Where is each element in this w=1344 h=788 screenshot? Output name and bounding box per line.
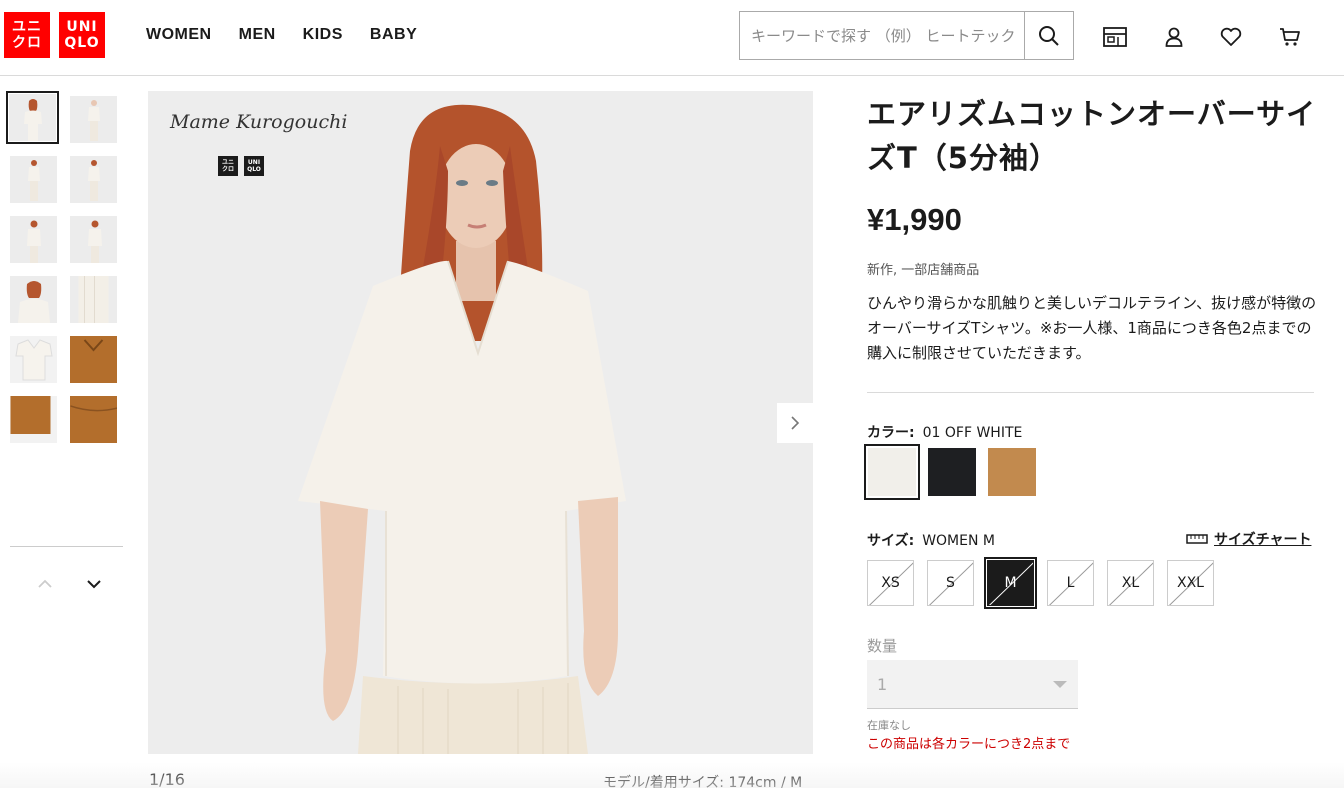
chevron-right-icon xyxy=(791,416,800,430)
product-detail-thumbnail-image xyxy=(10,396,50,434)
size-option-label: S xyxy=(946,575,955,591)
quantity-value: 1 xyxy=(877,674,888,694)
size-option-label: M xyxy=(1004,575,1017,591)
thumbnail-10[interactable] xyxy=(70,336,117,383)
model-thumbnail-image xyxy=(87,220,102,263)
model-thumbnail-image xyxy=(26,220,41,263)
section-divider xyxy=(867,392,1314,393)
uniqlo-logo-katakana[interactable]: ユニ クロ xyxy=(4,12,50,58)
nav-men[interactable]: MEN xyxy=(239,26,276,44)
model-size-info: モデル/着用サイズ: 174cm / M xyxy=(603,775,803,788)
thumbnail-9[interactable] xyxy=(10,336,57,383)
stock-status: 在庫なし xyxy=(867,719,911,732)
size-option-xs[interactable]: XS xyxy=(867,560,914,606)
uniqlo-logo-latin[interactable]: UNI QLO xyxy=(59,12,105,58)
search-input[interactable] xyxy=(740,12,1024,59)
logo-text-top: ユニ xyxy=(12,19,42,35)
purchase-limit-note: この商品は各カラーにつき2点まで xyxy=(867,737,1071,752)
color-swatch-black[interactable] xyxy=(928,448,976,496)
size-chart-link[interactable]: サイズチャート xyxy=(1186,529,1311,549)
account-icon xyxy=(1165,27,1183,47)
chevron-down-icon xyxy=(87,580,101,589)
model-photo xyxy=(298,104,626,754)
size-option-m[interactable]: M xyxy=(984,557,1037,609)
size-row: サイズ: WOMEN M xyxy=(867,530,995,550)
color-value: 01 OFF WHITE xyxy=(922,425,1023,441)
ruler-icon xyxy=(1186,534,1208,544)
size-option-label: XL xyxy=(1121,575,1140,591)
search-icon xyxy=(1039,25,1059,46)
color-row: カラー: 01 OFF WHITE xyxy=(867,422,1022,442)
thumbnail-3[interactable] xyxy=(10,156,57,203)
logo2-text-top: UNI xyxy=(66,19,98,35)
model-thumbnail-image xyxy=(17,281,50,323)
nav-baby[interactable]: BABY xyxy=(370,26,417,44)
size-option-label: XS xyxy=(881,575,900,591)
product-title: エアリズムコットンオーバーサイズT（5分袖） xyxy=(867,97,1317,175)
product-flat-thumbnail-image xyxy=(83,339,103,352)
next-image-button[interactable] xyxy=(777,403,813,443)
size-chart-label: サイズチャート xyxy=(1214,532,1312,548)
logo2-text-bottom: QLO xyxy=(64,35,100,51)
thumbnail-2[interactable] xyxy=(70,96,117,143)
model-thumbnail-image xyxy=(87,160,100,201)
size-value: WOMEN M xyxy=(922,533,995,549)
store-button[interactable] xyxy=(1102,24,1128,50)
cart-icon xyxy=(1280,28,1300,46)
thumbnail-7[interactable] xyxy=(10,276,57,323)
size-option-label: L xyxy=(1066,575,1075,591)
store-icon xyxy=(1103,27,1127,47)
thumbnail-scroll-down[interactable] xyxy=(85,575,103,593)
thumbnail-4[interactable] xyxy=(70,156,117,203)
product-flat-thumbnail-image xyxy=(14,339,53,381)
product-description: ひんやり滑らかな肌触りと美しいデコルテライン、抜け感が特徴のオーバーサイズTシャ… xyxy=(867,294,1317,362)
model-thumbnail-image xyxy=(23,99,42,141)
nav-kids[interactable]: KIDS xyxy=(303,26,343,44)
thumbnail-11[interactable] xyxy=(10,396,57,443)
image-counter: 1/16 xyxy=(149,770,185,788)
product-price: ¥1,990 xyxy=(867,202,962,237)
color-swatch-brown[interactable] xyxy=(988,448,1036,496)
main-nav: WOMEN MEN KIDS BABY xyxy=(146,26,417,44)
size-option-s[interactable]: S xyxy=(927,560,974,606)
nav-women[interactable]: WOMEN xyxy=(146,26,212,44)
main-product-image[interactable]: Mame Kurogouchi ユニ クロ UNI QLO xyxy=(148,91,813,754)
chevron-up-icon xyxy=(38,579,52,588)
thumbnail-12[interactable] xyxy=(70,396,117,443)
size-option-label: XXL xyxy=(1177,575,1204,591)
model-thumbnail-image xyxy=(27,160,40,201)
model-thumbnail-image xyxy=(87,100,100,141)
quantity-select[interactable]: 1 xyxy=(867,660,1078,709)
size-label: サイズ: xyxy=(867,533,915,549)
cart-button[interactable] xyxy=(1277,24,1303,50)
search-button[interactable] xyxy=(1024,12,1073,59)
heart-icon xyxy=(1220,27,1242,46)
product-flags: 新作, 一部店舗商品 xyxy=(867,263,980,278)
wishlist-button[interactable] xyxy=(1218,24,1244,50)
size-option-xl[interactable]: XL xyxy=(1107,560,1154,606)
quantity-label: 数量 xyxy=(867,637,898,655)
thumbnail-1[interactable] xyxy=(6,91,59,144)
logo-text-bottom: クロ xyxy=(12,35,42,51)
account-button[interactable] xyxy=(1161,24,1187,50)
thumbnail-6[interactable] xyxy=(70,216,117,263)
dropdown-arrow-icon xyxy=(1053,681,1067,688)
product-detail-thumbnail-image xyxy=(70,405,117,412)
thumbnail-8[interactable] xyxy=(70,276,117,323)
search-box xyxy=(739,11,1074,60)
thumbnail-5[interactable] xyxy=(10,216,57,263)
detail-thumbnail-image xyxy=(78,276,108,323)
thumbnail-scroll-up[interactable] xyxy=(36,575,54,593)
color-swatch-off-white[interactable] xyxy=(864,444,920,500)
size-option-l[interactable]: L xyxy=(1047,560,1094,606)
thumbnail-divider xyxy=(10,546,123,547)
size-option-xxl[interactable]: XXL xyxy=(1167,560,1214,606)
color-label: カラー: xyxy=(867,425,915,441)
site-header: ユニ クロ UNI QLO WOMEN MEN KIDS BABY xyxy=(0,0,1344,76)
